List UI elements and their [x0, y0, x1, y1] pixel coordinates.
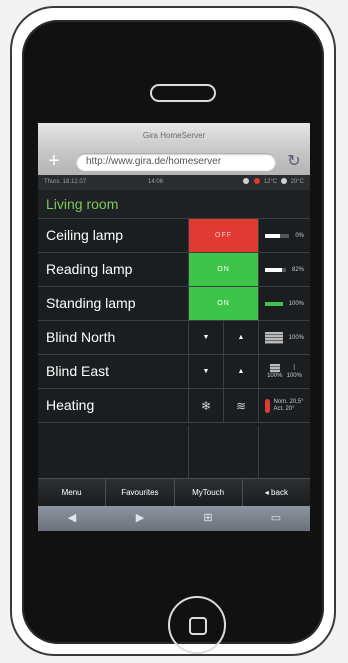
thermometer-out-icon [254, 178, 261, 185]
ceiling-lamp-toggle[interactable]: OFF [188, 219, 258, 252]
grid-divider [258, 426, 259, 478]
home-square-icon [189, 617, 207, 635]
status-date: Thurs. 18.12.07 [44, 179, 87, 185]
home-button[interactable] [168, 596, 226, 654]
heat-mode-button[interactable]: ≋ [223, 389, 258, 422]
row-ceiling-lamp: Ceiling lamp OFF 0% [38, 219, 310, 253]
slat-angle-icon: ⦚ [293, 363, 296, 372]
status-temps: 12°C 20°C [241, 175, 304, 190]
dimmer-bar [265, 233, 290, 238]
row-label: Blind East [46, 363, 110, 379]
row-label: Heating [46, 397, 95, 413]
browser-forward-icon[interactable]: ▶ [106, 506, 174, 531]
blind-east-value-b: 100% [286, 373, 302, 379]
reading-lamp-dimmer[interactable]: 82% [258, 253, 310, 286]
blind-north-value: 100% [288, 334, 304, 341]
dimmer-bar [265, 267, 286, 272]
back-button[interactable]: ◂ back [243, 479, 310, 507]
row-heating: Heating ❄ ≋ Nom. 20,5° Act. 20° [38, 389, 310, 423]
url-bar: + http://www.gira.de/homeserver ↻ [38, 149, 310, 175]
mytouch-button[interactable]: MyTouch [175, 479, 243, 507]
dimmer-bar [265, 301, 283, 306]
browser-toolbar: ◀ ▶ ⊞ ▭ [38, 506, 310, 531]
row-blind-north: Blind North ▼ ▲ 100% [38, 321, 310, 355]
actual-temp: Act. 20° [273, 405, 295, 412]
blind-north-up-button[interactable]: ▲ [223, 321, 258, 354]
blind-icon [265, 331, 283, 344]
menu-bar: Menu Favourites MyTouch ◂ back [38, 478, 310, 507]
nominal-temp: Nom. 20,5° [273, 398, 304, 405]
browser-back-icon[interactable]: ◀ [38, 506, 106, 531]
row-label: Standing lamp [46, 295, 136, 311]
temp-in: 20°C [290, 179, 304, 185]
dimmer-fill [265, 301, 283, 306]
bookmarks-icon[interactable]: ⊞ [174, 506, 242, 531]
status-time: 14:06 [148, 179, 164, 185]
dimmer-fill [265, 233, 280, 238]
blind-position-stack: 100% [267, 364, 282, 379]
grid-divider [188, 426, 189, 478]
blind-north-down-button[interactable]: ▼ [188, 321, 223, 354]
add-bookmark-icon[interactable]: + [44, 151, 64, 171]
frost-mode-button[interactable]: ❄ [188, 389, 223, 422]
row-label: Reading lamp [46, 261, 133, 277]
dimmer-value: 0% [295, 232, 304, 239]
tabs-icon[interactable]: ▭ [242, 506, 310, 531]
back-label: back [271, 488, 288, 497]
standing-lamp-dimmer[interactable]: 100% [258, 287, 310, 320]
reading-lamp-toggle[interactable]: ON [188, 253, 258, 286]
blind-east-position[interactable]: 100% ⦚ 100% [258, 355, 310, 388]
phone-screen: Gira HomeServer + http://www.gira.de/hom… [38, 123, 310, 531]
snowflake-icon: ❄ [200, 398, 212, 413]
blind-north-position[interactable]: 100% [258, 321, 310, 354]
row-label: Blind North [46, 329, 116, 345]
dimmer-value: 100% [288, 300, 304, 307]
dimmer-value: 82% [291, 266, 304, 273]
house-icon [280, 178, 287, 185]
room-title: Living room [38, 190, 310, 219]
thermometer-icon [265, 398, 271, 413]
blind-icon [269, 364, 280, 372]
row-label: Ceiling lamp [46, 227, 124, 243]
empty-area [38, 426, 310, 478]
browser-title: Gira HomeServer [38, 123, 310, 149]
menu-button[interactable]: Menu [38, 479, 107, 507]
blind-east-down-button[interactable]: ▼ [188, 355, 223, 388]
speaker-slot [150, 84, 216, 102]
heating-temperature[interactable]: Nom. 20,5° Act. 20° [258, 389, 310, 422]
dimmer-fill [265, 267, 283, 272]
row-blind-east: Blind East ▼ ▲ 100% ⦚ 100% [38, 355, 310, 389]
thermostat-readout: Nom. 20,5° Act. 20° [265, 398, 304, 413]
blind-east-value-a: 100% [267, 373, 283, 379]
row-standing-lamp: Standing lamp ON 100% [38, 287, 310, 321]
ceiling-lamp-dimmer[interactable]: 0% [258, 219, 310, 252]
standing-lamp-toggle[interactable]: ON [188, 287, 258, 320]
heat-waves-icon: ≋ [235, 398, 247, 413]
blind-east-up-button[interactable]: ▲ [223, 355, 258, 388]
favourites-button[interactable]: Favourites [106, 479, 175, 507]
temp-values: Nom. 20,5° Act. 20° [273, 399, 303, 413]
refresh-icon[interactable]: ↻ [284, 152, 304, 172]
blind-slat-stack: ⦚ 100% [286, 363, 302, 380]
row-reading-lamp: Reading lamp ON 82% [38, 253, 310, 287]
url-field[interactable]: http://www.gira.de/homeserver [76, 153, 276, 171]
temp-out: 12°C [263, 179, 278, 185]
weather-icon [242, 178, 249, 185]
status-row: Thurs. 18.12.07 14:06 12°C 20°C [38, 175, 310, 190]
